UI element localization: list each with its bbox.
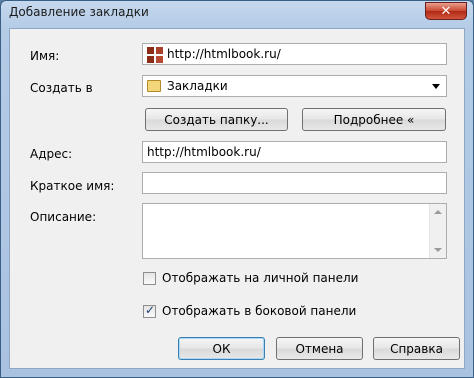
description-label: Описание: xyxy=(30,210,97,224)
help-button[interactable]: Справка xyxy=(373,337,460,360)
dialog-content: Имя: http://htmlbook.ru/ Создать в Закла… xyxy=(9,28,465,369)
name-value: http://htmlbook.ru/ xyxy=(167,47,281,61)
show-personal-bar-label: Отображать на личной панели xyxy=(162,271,359,285)
folder-icon xyxy=(147,80,161,92)
close-icon: ✕ xyxy=(440,3,452,19)
checkmark-icon: ✓ xyxy=(145,303,156,317)
show-sidebar-checkbox[interactable]: ✓ xyxy=(143,303,156,318)
site-favicon-icon xyxy=(147,47,163,63)
close-button[interactable]: ✕ xyxy=(425,2,467,20)
name-label: Имя: xyxy=(30,49,60,63)
scroll-down-icon[interactable] xyxy=(434,248,442,252)
dialog-window: Добавление закладки ✕ Имя: http://htmlbo… xyxy=(0,0,474,378)
description-field[interactable] xyxy=(142,203,447,259)
short-name-label: Краткое имя: xyxy=(30,179,115,193)
address-field[interactable]: http://htmlbook.ru/ xyxy=(142,141,447,163)
short-name-field[interactable] xyxy=(142,172,447,194)
address-label: Адрес: xyxy=(30,147,73,161)
show-personal-bar-checkbox[interactable] xyxy=(143,272,156,285)
scroll-up-icon[interactable] xyxy=(434,210,442,214)
window-title: Добавление закладки xyxy=(9,5,149,19)
chevron-down-icon xyxy=(432,84,440,89)
address-value: http://htmlbook.ru/ xyxy=(147,145,261,159)
ok-button[interactable]: ОК xyxy=(178,337,265,360)
folder-select[interactable]: Закладки xyxy=(142,75,447,97)
folder-select-value: Закладки xyxy=(167,79,228,93)
new-folder-button[interactable]: Создать папку... xyxy=(145,108,288,131)
details-button[interactable]: Подробнее « xyxy=(302,108,446,131)
cancel-button[interactable]: Отмена xyxy=(276,337,363,360)
description-scrollbar[interactable] xyxy=(429,204,446,258)
create-in-label: Создать в xyxy=(30,81,93,95)
title-bar[interactable]: Добавление закладки ✕ xyxy=(1,1,473,27)
name-field[interactable]: http://htmlbook.ru/ xyxy=(142,43,447,65)
show-sidebar-label: Отображать в боковой панели xyxy=(162,304,357,318)
